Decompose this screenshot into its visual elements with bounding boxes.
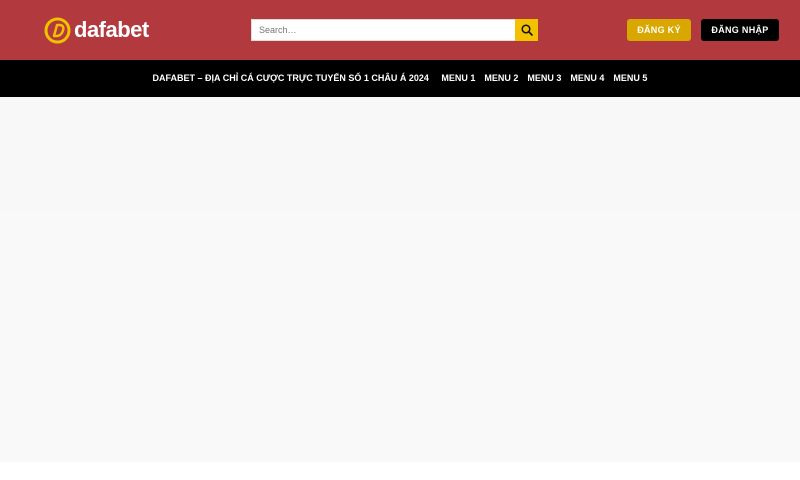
search-icon: [520, 24, 533, 36]
search-button[interactable]: [515, 19, 538, 41]
register-button[interactable]: ĐĂNG KÝ: [627, 19, 691, 41]
nav-item-menu-2[interactable]: MENU 2: [484, 60, 518, 97]
hero-banner-placeholder: [0, 97, 800, 212]
nav-item-menu-4[interactable]: MENU 4: [570, 60, 604, 97]
site-logo[interactable]: dafabet: [44, 16, 149, 44]
search-form: [251, 19, 538, 41]
logo-text: dafabet: [74, 17, 149, 42]
search-input[interactable]: [251, 19, 515, 41]
main-nav: DAFABET – ĐỊA CHỈ CÁ CƯỢC TRỰC TUYẾN SỐ …: [0, 60, 800, 97]
login-button[interactable]: ĐĂNG NHẬP: [701, 19, 779, 41]
nav-item-menu-1[interactable]: MENU 1: [441, 60, 475, 97]
site-header: dafabet ĐĂNG KÝ ĐĂNG NHẬP: [0, 0, 800, 60]
nav-item-menu-3[interactable]: MENU 3: [527, 60, 561, 97]
nav-item-menu-5[interactable]: MENU 5: [613, 60, 647, 97]
dafabet-logo-icon: [44, 17, 71, 43]
main-content: [0, 97, 800, 462]
nav-item-home[interactable]: DAFABET – ĐỊA CHỈ CÁ CƯỢC TRỰC TUYẾN SỐ …: [153, 60, 429, 97]
